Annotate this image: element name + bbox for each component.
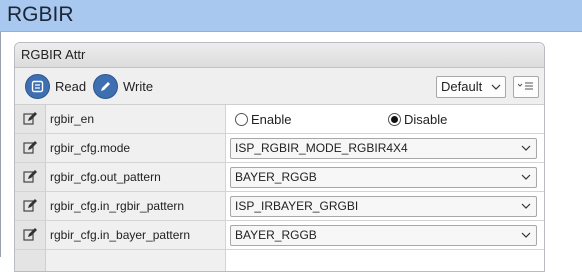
read-button[interactable]: Read [25, 73, 86, 99]
cell-divider [225, 192, 226, 220]
rgbir-attr-panel: RGBIR Attr Read Write Default rgbir_en E… [14, 42, 545, 272]
chevron-down-icon [521, 197, 531, 223]
table-row: rgbir_cfg.out_pattern BAYER_RGGB [15, 163, 544, 192]
write-label: Write [123, 78, 154, 94]
edit-icon[interactable] [15, 221, 46, 249]
panel-header: RGBIR Attr [15, 43, 544, 68]
param-name: rgbir_cfg.mode [50, 141, 131, 155]
radio-enable[interactable]: Enable [235, 112, 291, 127]
select-value: ISP_RGBIR_MODE_RGBIR4X4 [235, 141, 408, 155]
mode-select[interactable]: ISP_RGBIR_MODE_RGBIR4X4 [230, 138, 537, 159]
preset-select[interactable]: Default [436, 76, 506, 98]
param-name: rgbir_en [50, 112, 95, 126]
radio-enable-label: Enable [251, 112, 292, 127]
param-name: rgbir_cfg.out_pattern [50, 170, 161, 184]
read-icon [25, 73, 50, 99]
table-row: rgbir_cfg.in_rgbir_pattern ISP_IRBAYER_G… [15, 192, 544, 221]
cell-divider [225, 250, 226, 271]
title-bar: RGBIR [0, 0, 582, 32]
window-title: RGBIR [7, 3, 74, 26]
out-pattern-select[interactable]: BAYER_RGGB [230, 167, 537, 188]
select-value: BAYER_RGGB [235, 170, 317, 184]
toolbar: Read Write Default [15, 68, 544, 105]
select-value: BAYER_RGGB [235, 228, 317, 242]
edit-icon[interactable] [15, 134, 46, 162]
radio-disable[interactable]: Disable [388, 112, 447, 127]
name-cell-bg [46, 250, 225, 271]
left-border [0, 32, 1, 257]
cell-divider [225, 105, 226, 133]
read-label: Read [55, 78, 87, 94]
param-name: rgbir_cfg.in_rgbir_pattern [50, 199, 185, 213]
settings-button[interactable] [513, 76, 539, 98]
edit-icon[interactable] [15, 163, 46, 191]
edit-icon[interactable] [15, 192, 46, 220]
param-table: rgbir_en Enable Disable rgbir_cfg.mode I… [15, 105, 544, 271]
radio-checked-icon [388, 113, 401, 126]
table-row: rgbir_en Enable Disable [15, 105, 544, 134]
write-button[interactable]: Write [93, 73, 153, 99]
select-value: ISP_IRBAYER_GRGBI [235, 199, 359, 213]
edit-icon[interactable] [15, 250, 46, 271]
chevron-down-icon [521, 226, 531, 252]
radio-unchecked-icon [235, 113, 248, 126]
in-rgbir-pattern-select[interactable]: ISP_IRBAYER_GRGBI [230, 196, 537, 217]
cell-divider [225, 163, 226, 191]
list-settings-icon [517, 78, 534, 96]
edit-icon[interactable] [15, 105, 46, 133]
table-row: rgbir_cfg.in_bayer_pattern BAYER_RGGB [15, 221, 544, 250]
table-row: rgbir_cfg.mode ISP_RGBIR_MODE_RGBIR4X4 [15, 134, 544, 163]
table-row [15, 250, 544, 271]
cell-divider [225, 221, 226, 249]
preset-value: Default [441, 79, 483, 94]
cell-divider [225, 134, 226, 162]
pencil-icon [93, 73, 118, 99]
chevron-down-icon [521, 139, 531, 165]
radio-disable-label: Disable [404, 112, 448, 127]
in-bayer-pattern-select[interactable]: BAYER_RGGB [230, 225, 537, 246]
param-name: rgbir_cfg.in_bayer_pattern [50, 228, 191, 242]
chevron-down-icon [521, 168, 531, 194]
chevron-down-icon [491, 77, 501, 103]
